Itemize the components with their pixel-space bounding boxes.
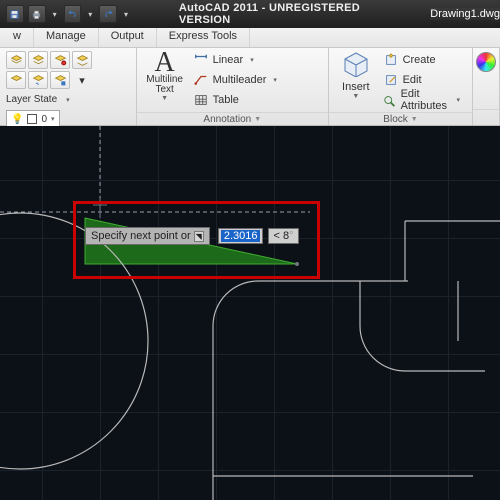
distance-input[interactable]: 2.3016: [218, 228, 264, 244]
tab-view[interactable]: w: [1, 28, 34, 47]
ribbon-tabs: w Manage Output Express Tools: [0, 28, 500, 48]
table-button[interactable]: Table: [193, 91, 283, 109]
create-block-button[interactable]: Create: [383, 51, 466, 69]
edit-attr-icon: [383, 92, 397, 108]
dynamic-input: Specify next point or ◥ 2.3016 < 8°: [85, 226, 299, 246]
qat-dropdown-icon[interactable]: ▾: [50, 10, 60, 19]
table-icon: [193, 92, 209, 108]
panel-title-block[interactable]: Block▼: [329, 112, 472, 125]
layer-state-icon[interactable]: [6, 51, 26, 69]
layer-freeze-icon[interactable]: [28, 51, 48, 69]
current-layer-name: 0: [41, 114, 47, 125]
qat-redo-drop-icon[interactable]: ▾: [121, 10, 131, 19]
drawing-canvas[interactable]: Specify next point or ◥ 2.3016 < 8°: [0, 126, 500, 500]
layer-prev-icon[interactable]: [28, 71, 48, 89]
multileader-button[interactable]: Multileader▾: [193, 71, 283, 89]
qat-print-icon[interactable]: [28, 5, 46, 23]
prompt-options-icon[interactable]: ◥: [194, 231, 204, 242]
file-name: Drawing1.dwg: [430, 8, 500, 20]
edit-attributes-button[interactable]: Edit Attributes▾: [383, 91, 466, 109]
multiline-text-button[interactable]: A Multiline Text ▼: [143, 51, 187, 102]
title-bar: ▾ ▾ ▾ AutoCAD 2011 - UNREGISTERED VERSIO…: [0, 0, 500, 28]
layer-match-icon[interactable]: [6, 71, 26, 89]
tab-output[interactable]: Output: [99, 28, 157, 47]
edit-icon: [383, 72, 399, 88]
panel-title-annotation[interactable]: Annotation▼: [137, 112, 328, 125]
command-prompt: Specify next point or ◥: [85, 227, 210, 245]
tab-manage[interactable]: Manage: [34, 28, 99, 47]
qat-undo-icon[interactable]: [64, 5, 82, 23]
layer-iso-icon[interactable]: [50, 71, 70, 89]
edit-block-button[interactable]: Edit: [383, 71, 466, 89]
qat-redo-icon[interactable]: [99, 5, 117, 23]
multileader-icon: [193, 72, 209, 88]
angle-input[interactable]: < 8°: [268, 228, 298, 244]
layer-state-label: Layer State: [6, 94, 63, 105]
qat-save-icon[interactable]: [6, 5, 24, 23]
app-title: AutoCAD 2011 - UNREGISTERED VERSION: [179, 2, 412, 26]
bulb-icon: 💡: [11, 114, 23, 125]
linear-icon: [193, 52, 209, 68]
chevron-down-icon[interactable]: ▾: [66, 96, 70, 104]
tab-express-tools[interactable]: Express Tools: [157, 28, 250, 47]
layer-color-swatch: [27, 114, 37, 124]
create-icon: [383, 52, 399, 68]
qat-undo-drop-icon[interactable]: ▾: [85, 10, 95, 19]
chevron-down-icon: ▾: [51, 115, 55, 123]
layer-off-icon[interactable]: [72, 51, 92, 69]
ribbon: ▾ Layer State ▾ 💡 0 ▾ Layers▼ A: [0, 48, 500, 126]
layer-lock-icon[interactable]: [50, 51, 70, 69]
insert-block-button[interactable]: Insert ▼: [335, 51, 377, 100]
layer-caret-icon[interactable]: ▾: [72, 71, 92, 89]
color-wheel-icon[interactable]: [476, 52, 496, 72]
linear-dim-button[interactable]: Linear▾: [193, 51, 283, 69]
